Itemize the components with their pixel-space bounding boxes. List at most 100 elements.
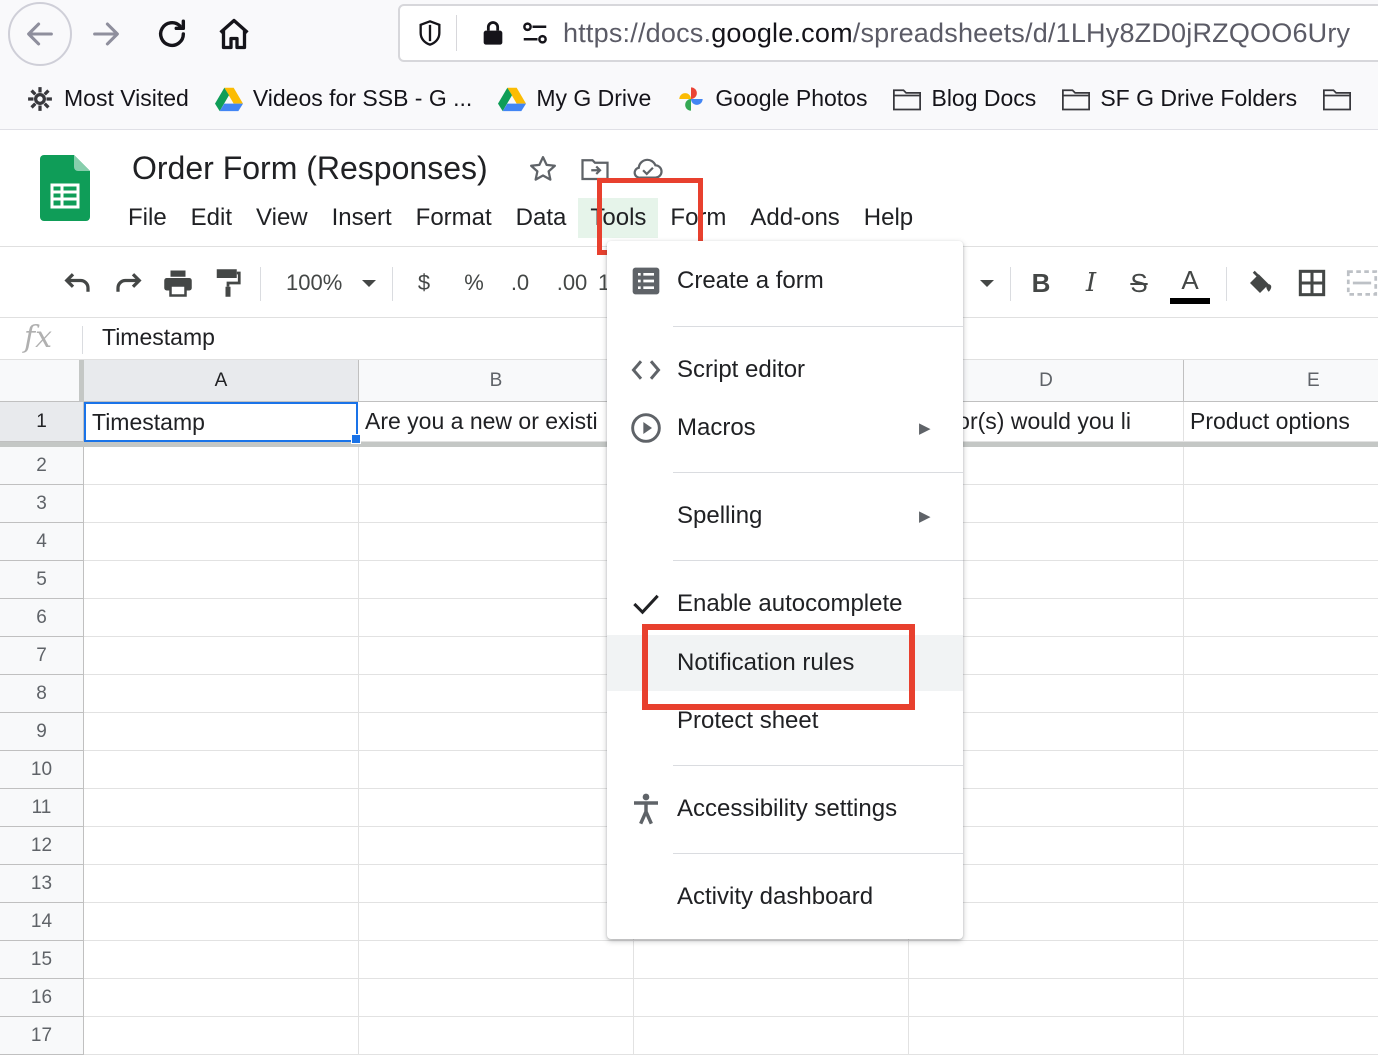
cell-b17[interactable] — [359, 1017, 634, 1055]
column-header-e[interactable]: E — [1184, 360, 1378, 402]
cell-c17[interactable] — [634, 1017, 909, 1055]
formula-input[interactable]: Timestamp — [102, 324, 215, 351]
print-button[interactable] — [160, 265, 196, 301]
menu-item-activity-dashboard[interactable]: Activity dashboard — [607, 869, 963, 925]
row-header-14[interactable]: 14 — [0, 903, 84, 941]
cell-e9[interactable] — [1184, 713, 1378, 751]
bookmark-sf-g-drive-folders[interactable]: SF G Drive Folders — [1062, 85, 1297, 113]
row-header-7[interactable]: 7 — [0, 637, 84, 675]
row-header-17[interactable]: 17 — [0, 1017, 84, 1055]
menu-data[interactable]: Data — [504, 198, 579, 238]
row-header-11[interactable]: 11 — [0, 789, 84, 827]
cell-b7[interactable] — [359, 637, 634, 675]
cell-b15[interactable] — [359, 941, 634, 979]
cell-b4[interactable] — [359, 523, 634, 561]
row-header-12[interactable]: 12 — [0, 827, 84, 865]
cell-a15[interactable] — [84, 941, 359, 979]
fill-color-button[interactable] — [1242, 265, 1278, 301]
currency-format-button[interactable]: $ — [408, 265, 440, 301]
menu-add-ons[interactable]: Add-ons — [738, 198, 851, 238]
cell-b10[interactable] — [359, 751, 634, 789]
cell-e16[interactable] — [1184, 979, 1378, 1017]
cell-b14[interactable] — [359, 903, 634, 941]
cell-e2[interactable] — [1184, 447, 1378, 485]
row-header-5[interactable]: 5 — [0, 561, 84, 599]
bookmark-most-visited[interactable]: Most Visited — [26, 85, 189, 113]
menu-edit[interactable]: Edit — [179, 198, 244, 238]
bookmark-my-g-drive[interactable]: My G Drive — [498, 85, 651, 113]
cell-a7[interactable] — [84, 637, 359, 675]
cell-a10[interactable] — [84, 751, 359, 789]
cell-c15[interactable] — [634, 941, 909, 979]
cell-a16[interactable] — [84, 979, 359, 1017]
row-header-3[interactable]: 3 — [0, 485, 84, 523]
cell-b13[interactable] — [359, 865, 634, 903]
zoom-select[interactable]: 100% — [276, 265, 386, 301]
row-header-4[interactable]: 4 — [0, 523, 84, 561]
row-header-15[interactable]: 15 — [0, 941, 84, 979]
borders-button[interactable] — [1294, 265, 1330, 301]
row-header-16[interactable]: 16 — [0, 979, 84, 1017]
column-header-b[interactable]: B — [359, 360, 634, 402]
cell-e12[interactable] — [1184, 827, 1378, 865]
lock-icon[interactable] — [473, 13, 513, 53]
reload-button[interactable] — [140, 2, 204, 66]
cell-b11[interactable] — [359, 789, 634, 827]
italic-button[interactable]: I — [1074, 265, 1108, 301]
cell-b8[interactable] — [359, 675, 634, 713]
redo-button[interactable] — [110, 265, 146, 301]
menu-insert[interactable]: Insert — [320, 198, 404, 238]
row-header-8[interactable]: 8 — [0, 675, 84, 713]
cell-a1[interactable]: Timestamp — [84, 402, 358, 442]
cell-b5[interactable] — [359, 561, 634, 599]
row-header-10[interactable]: 10 — [0, 751, 84, 789]
menu-format[interactable]: Format — [404, 198, 504, 238]
bookmark-videos-for-ssb[interactable]: Videos for SSB - G ... — [214, 85, 472, 113]
decrease-decimal-button[interactable]: .0 — [500, 265, 540, 301]
url-text[interactable]: https://docs.google.com/spreadsheets/d/1… — [563, 18, 1350, 49]
cell-d15[interactable] — [909, 941, 1184, 979]
cell-b6[interactable] — [359, 599, 634, 637]
cell-c16[interactable] — [634, 979, 909, 1017]
cell-b9[interactable] — [359, 713, 634, 751]
row-header-1[interactable]: 1 — [0, 402, 84, 442]
fill-handle[interactable] — [351, 434, 361, 444]
cell-e17[interactable] — [1184, 1017, 1378, 1055]
cell-b2[interactable] — [359, 447, 634, 485]
strikethrough-button[interactable]: S — [1122, 265, 1156, 301]
cell-a9[interactable] — [84, 713, 359, 751]
select-all-corner[interactable] — [0, 360, 84, 402]
cell-d16[interactable] — [909, 979, 1184, 1017]
row-header-9[interactable]: 9 — [0, 713, 84, 751]
cell-b12[interactable] — [359, 827, 634, 865]
cell-e15[interactable] — [1184, 941, 1378, 979]
row-header-2[interactable]: 2 — [0, 447, 84, 485]
cell-a12[interactable] — [84, 827, 359, 865]
forward-button[interactable] — [74, 2, 138, 66]
row-header-6[interactable]: 6 — [0, 599, 84, 637]
cell-a2[interactable] — [84, 447, 359, 485]
cell-a14[interactable] — [84, 903, 359, 941]
cell-e7[interactable] — [1184, 637, 1378, 675]
cell-a5[interactable] — [84, 561, 359, 599]
cell-a8[interactable] — [84, 675, 359, 713]
cell-e14[interactable] — [1184, 903, 1378, 941]
cell-e1[interactable]: Product options — [1184, 402, 1378, 442]
cell-e3[interactable] — [1184, 485, 1378, 523]
cell-a11[interactable] — [84, 789, 359, 827]
menu-item-script-editor[interactable]: Script editor — [607, 342, 963, 398]
percent-format-button[interactable]: % — [458, 265, 490, 301]
cell-e6[interactable] — [1184, 599, 1378, 637]
back-button[interactable] — [8, 2, 72, 66]
cell-e4[interactable] — [1184, 523, 1378, 561]
menu-view[interactable]: View — [244, 198, 320, 238]
cell-d17[interactable] — [909, 1017, 1184, 1055]
cell-e8[interactable] — [1184, 675, 1378, 713]
sheets-logo[interactable] — [40, 155, 90, 221]
paint-format-button[interactable] — [210, 265, 246, 301]
cell-a6[interactable] — [84, 599, 359, 637]
merge-cells-button[interactable] — [1346, 265, 1378, 301]
bookmark-folder-overflow[interactable] — [1323, 85, 1361, 113]
text-color-button[interactable]: A — [1170, 259, 1210, 307]
cell-b3[interactable] — [359, 485, 634, 523]
